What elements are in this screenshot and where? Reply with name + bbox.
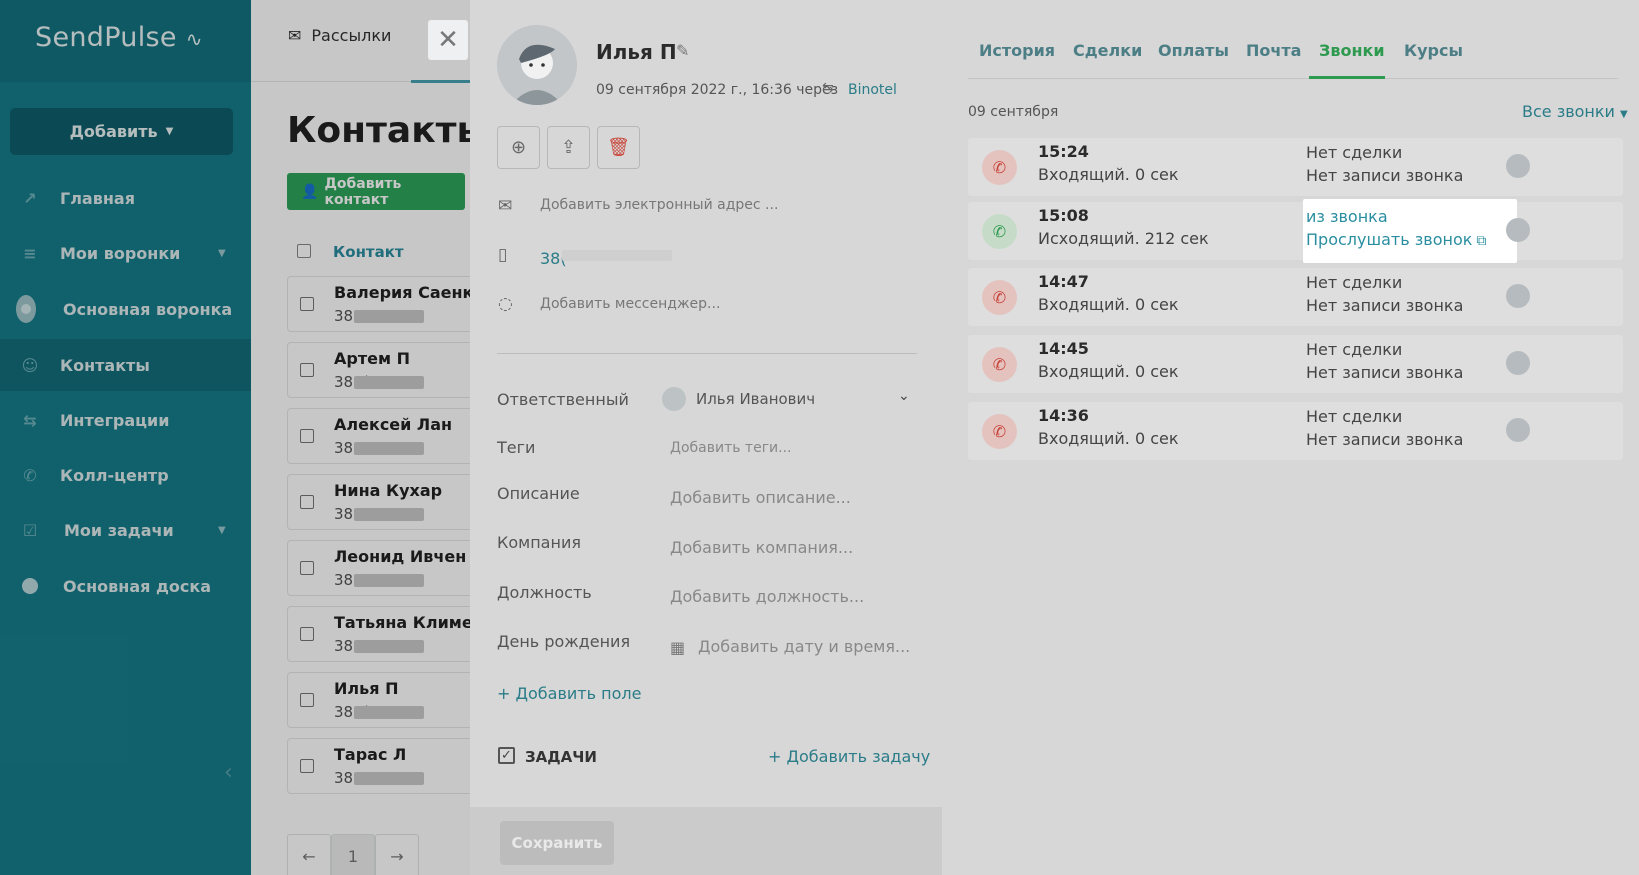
owner-label: Ответственный: [497, 390, 629, 409]
avatar: [1506, 284, 1530, 308]
call-row[interactable]: ✆ 14:45 Входящий. 0 сек Нет сделки Нет запис…: [968, 335, 1623, 393]
call-time: 15:08: [1038, 206, 1089, 225]
envelope-icon: ✉: [498, 196, 513, 216]
call-deal: Нет сделки: [1306, 143, 1403, 162]
chevron-down-icon[interactable]: ⌄: [898, 388, 910, 404]
calendar-icon: ▦: [670, 638, 686, 657]
call-row[interactable]: ✆ 14:36 Входящий. 0 сек Нет сделки Нет запис…: [968, 402, 1623, 460]
missed-call-icon: ✆: [982, 150, 1017, 185]
share-icon: ⇪: [560, 137, 577, 158]
email-field[interactable]: Добавить электронный адрес ...: [540, 197, 778, 213]
trash-icon: 🗑: [607, 137, 630, 158]
call-row[interactable]: ✆ 15:24 Входящий. 0 сек Нет сделки Нет запис…: [968, 138, 1623, 196]
chat-icon: ◌: [498, 294, 513, 314]
close-icon[interactable]: ✕: [428, 20, 468, 60]
tab-deals[interactable]: Сделки: [1073, 41, 1142, 60]
tab-mail[interactable]: Почта: [1246, 41, 1301, 60]
add-task-link[interactable]: + Добавить задачу: [768, 747, 930, 766]
missed-call-icon: ✆: [982, 414, 1017, 449]
call-deal: Нет сделки: [1306, 340, 1403, 359]
calls-panel: История Сделки Оплаты Почта Звонки Курсы…: [942, 0, 1639, 875]
call-record: Нет записи звонка: [1306, 363, 1464, 382]
tab-history[interactable]: История: [979, 41, 1055, 60]
contact-source[interactable]: Binotel: [848, 82, 897, 98]
call-record: Нет записи звонка: [1306, 166, 1464, 185]
phone-redaction: [562, 250, 672, 261]
tab-payments[interactable]: Оплаты: [1158, 41, 1229, 60]
call-deal: Нет сделки: [1306, 273, 1403, 292]
tasks-heading: ЗАДАЧИ: [525, 748, 597, 766]
panel-footer: Сохранить: [470, 807, 942, 875]
call-description: Входящий. 0 сек: [1038, 362, 1179, 381]
call-deal: Нет сделки: [1306, 407, 1403, 426]
owner-select[interactable]: Илья Иванович: [696, 390, 815, 408]
position-input[interactable]: Добавить должность...: [670, 587, 864, 606]
call-description: Исходящий. 212 сек: [1038, 229, 1209, 248]
call-time: 14:45: [1038, 339, 1089, 358]
listen-call-link[interactable]: Прослушать звонок ⧉: [1306, 230, 1486, 249]
pencil-icon[interactable]: ✎: [676, 41, 689, 60]
all-calls-filter[interactable]: Все звонки ▼: [1522, 102, 1628, 121]
tags-input[interactable]: Добавить теги...: [670, 440, 792, 456]
delete-button[interactable]: 🗑: [597, 126, 640, 169]
call-row[interactable]: ✆ 14:47 Входящий. 0 сек Нет сделки Нет запис…: [968, 268, 1623, 326]
company-input[interactable]: Добавить компания...: [670, 538, 853, 557]
messenger-field[interactable]: Добавить мессенджер...: [540, 296, 720, 312]
missed-call-icon: ✆: [982, 280, 1017, 315]
contact-name: Илья П: [596, 40, 677, 64]
call-description: Входящий. 0 сек: [1038, 295, 1179, 314]
avatar: [1506, 154, 1530, 178]
add-deal-button[interactable]: ⊕: [497, 126, 540, 169]
birthday-input[interactable]: Добавить дату и время...: [698, 637, 910, 656]
description-label: Описание: [497, 484, 580, 503]
external-link-icon: ⧉: [1476, 233, 1487, 249]
call-time: 14:47: [1038, 272, 1089, 291]
add-deal-icon: ⊕: [510, 137, 527, 158]
all-calls-label: Все звонки: [1522, 102, 1615, 121]
call-time: 15:24: [1038, 142, 1089, 161]
call-description: Входящий. 0 сек: [1038, 429, 1179, 448]
call-row[interactable]: ✆ 15:08 Исходящий. 212 сек из звонка Прослуш…: [968, 199, 1623, 263]
active-tab-indicator: [1309, 76, 1385, 79]
avatar: [1506, 418, 1530, 442]
avatar: [1506, 218, 1530, 242]
call-time: 14:36: [1038, 406, 1089, 425]
avatar: [662, 387, 686, 411]
save-button[interactable]: Сохранить: [500, 821, 614, 865]
call-record: Нет записи звонка: [1306, 296, 1464, 315]
mobile-icon: ▯: [498, 245, 508, 265]
call-description: Входящий. 0 сек: [1038, 165, 1179, 184]
chevron-down-icon: ▼: [1620, 109, 1628, 120]
contact-created: 09 сентября 2022 г., 16:36 через: [596, 82, 839, 98]
description-input[interactable]: Добавить описание...: [670, 488, 851, 507]
company-label: Компания: [497, 533, 581, 552]
share-button[interactable]: ⇪: [547, 126, 590, 169]
avatar: [497, 25, 577, 105]
tags-label: Теги: [497, 438, 536, 457]
birthday-label: День рождения: [497, 632, 631, 651]
contact-panel: Илья П ✎ 09 сентября 2022 г., 16:36 чере…: [470, 0, 942, 807]
avatar: [1506, 351, 1530, 375]
date-group-label: 09 сентября: [968, 104, 1059, 120]
listen-call-label: Прослушать звонок: [1306, 230, 1473, 249]
outgoing-call-icon: ✆: [982, 214, 1017, 249]
checkbox-icon: ✓: [498, 747, 515, 764]
tabs-divider: [968, 78, 1618, 79]
missed-call-icon: ✆: [982, 347, 1017, 382]
add-field-link[interactable]: + Добавить поле: [497, 684, 641, 703]
swap-icon: ⇆: [822, 80, 834, 96]
tab-courses[interactable]: Курсы: [1404, 41, 1463, 60]
divider: [497, 353, 917, 354]
position-label: Должность: [497, 583, 592, 602]
tab-calls[interactable]: Звонки: [1319, 41, 1385, 60]
deal-link[interactable]: из звонка: [1306, 207, 1388, 226]
call-record: Нет записи звонка: [1306, 430, 1464, 449]
